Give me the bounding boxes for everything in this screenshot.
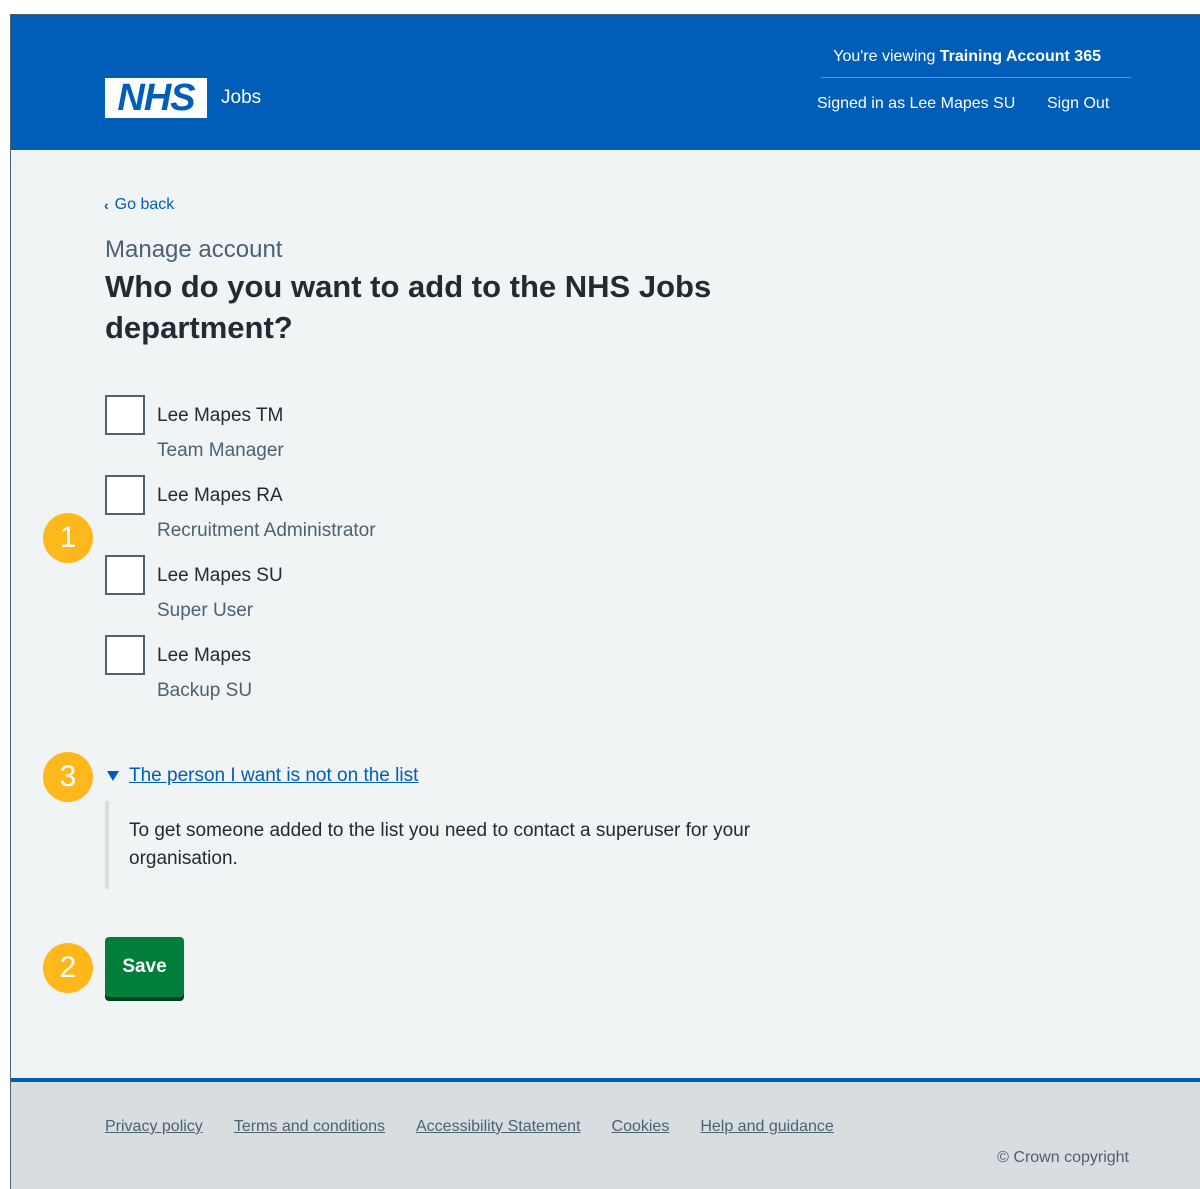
step-marker-3: 3 [43,752,93,802]
sign-out-link[interactable]: Sign Out [1047,95,1109,113]
checkbox-hint: Team Manager [157,440,284,461]
footer-link-cookies[interactable]: Cookies [612,1118,670,1136]
site-footer: Privacy policy Terms and conditions Acce… [11,1078,1200,1189]
header-divider [821,77,1131,78]
checkbox[interactable] [105,555,145,595]
chevron-left-icon: ‹ [104,197,109,213]
page-caption: Manage account [105,236,283,263]
page-title: Who do you want to add to the NHS Jobs d… [105,269,712,345]
triangle-down-icon [107,771,119,781]
go-back-link[interactable]: ‹ Go back [104,196,174,214]
checkbox-hint: Recruitment Administrator [157,520,376,541]
checkbox-label[interactable]: Lee Mapes [157,645,251,667]
checkbox-hint: Super User [157,600,254,621]
page-frame: NHS Jobs You're viewing Training Account… [10,14,1200,1189]
checkbox-label[interactable]: Lee Mapes SU [157,565,283,587]
checkbox-item-team-manager[interactable]: Lee Mapes TM Team Manager [105,395,605,465]
service-name[interactable]: Jobs [221,87,261,109]
footer-link-privacy-policy[interactable]: Privacy policy [105,1118,203,1136]
footer-link-help[interactable]: Help and guidance [700,1118,833,1136]
checkbox-item-super-user[interactable]: Lee Mapes SU Super User [105,555,605,625]
account-viewing-notice: You're viewing Training Account 365 [833,48,1101,66]
checkbox-item-backup-su[interactable]: Lee Mapes Backup SU [105,635,605,705]
footer-link-terms[interactable]: Terms and conditions [234,1118,385,1136]
nhs-logo[interactable]: NHS [105,78,207,118]
details-summary[interactable]: The person I want is not on the list [107,765,418,787]
details-text: To get someone added to the list you nee… [129,820,751,869]
details-body: To get someone added to the list you nee… [105,801,765,889]
go-back-label: Go back [114,196,175,213]
details-summary-text[interactable]: The person I want is not on the list [129,765,418,787]
footer-links: Privacy policy Terms and conditions Acce… [105,1118,834,1136]
copyright-notice: © Crown copyright [997,1149,1129,1166]
nhs-logo-text: NHS [117,77,195,119]
step-marker-2: 2 [43,943,93,993]
checkbox-label[interactable]: Lee Mapes TM [157,405,283,427]
checkbox-label[interactable]: Lee Mapes RA [157,485,283,507]
signed-in-user: Signed in as Lee Mapes SU [817,95,1016,112]
viewing-account-name: Training Account 365 [939,48,1101,65]
checkbox-hint: Backup SU [157,680,253,701]
viewing-prefix: You're viewing [833,48,940,65]
checkbox[interactable] [105,395,145,435]
site-header: NHS Jobs You're viewing Training Account… [11,15,1200,150]
step-marker-1: 1 [43,513,93,563]
footer-link-accessibility[interactable]: Accessibility Statement [416,1118,581,1136]
checkbox[interactable] [105,635,145,675]
checkbox[interactable] [105,475,145,515]
checkbox-item-recruitment-administrator[interactable]: Lee Mapes RA Recruitment Administrator [105,475,605,545]
save-button[interactable]: Save [105,937,184,997]
